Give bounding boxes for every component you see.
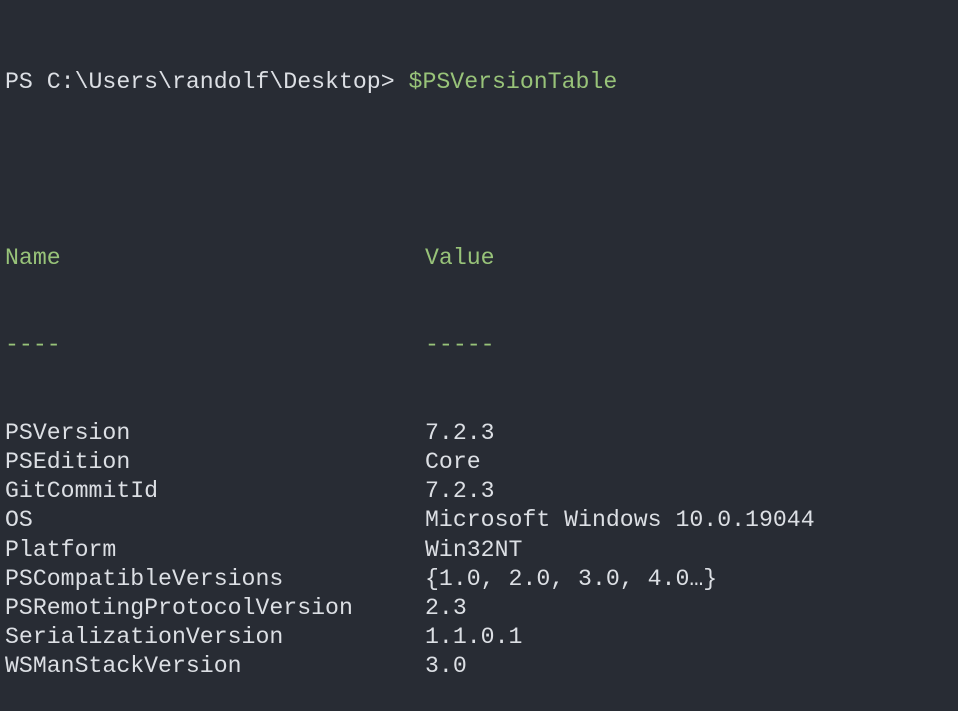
table-row: PSCompatibleVersions {1.0, 2.0, 3.0, 4.0……: [5, 565, 717, 594]
row-value: Win32NT: [425, 536, 523, 563]
table-header-rule: ---- -----: [5, 331, 617, 360]
table-header: Name Value: [5, 244, 617, 273]
header-value-rule: -----: [425, 332, 495, 359]
row-value: Core: [425, 448, 481, 475]
header-name: Name: [5, 244, 61, 271]
row-name: PSCompatibleVersions: [5, 565, 284, 592]
row-name: Platform: [5, 536, 117, 563]
table-rows: PSVersion 7.2.3 PSEdition Core GitCommitId 7.…: [5, 419, 815, 682]
row-value: Microsoft Windows 10.0.19044: [425, 507, 815, 534]
table-row: PSRemotingProtocolVersion 2.3: [5, 594, 617, 623]
terminal-output[interactable]: PS C:\Users\randolf\Desktop> $PSVersionT…: [5, 10, 815, 711]
row-value: {1.0, 2.0, 3.0, 4.0…}: [425, 565, 718, 592]
row-name: PSVersion: [5, 419, 131, 446]
row-value: 7.2.3: [425, 478, 495, 505]
row-value: 3.0: [425, 653, 467, 680]
table-row: SerializationVersion 1.1.0.1: [5, 623, 617, 652]
row-name: PSEdition: [5, 448, 131, 475]
header-name-rule: ----: [5, 332, 61, 359]
header-value: Value: [425, 244, 495, 271]
row-value: 1.1.0.1: [425, 624, 523, 651]
table-row: GitCommitId 7.2.3: [5, 477, 617, 506]
row-name: WSManStackVersion: [5, 653, 242, 680]
prompt-line: PS C:\Users\randolf\Desktop> $PSVersionT…: [5, 68, 617, 97]
row-name: SerializationVersion: [5, 624, 284, 651]
table-row: PSEdition Core: [5, 448, 617, 477]
row-value: 7.2.3: [425, 419, 495, 446]
table-row: OS Microsoft Windows 10.0.19044: [5, 506, 815, 535]
table-row: PSVersion 7.2.3: [5, 419, 617, 448]
prompt: PS C:\Users\randolf\Desktop>: [5, 69, 409, 96]
row-value: 2.3: [425, 594, 467, 621]
command: $PSVersionTable: [408, 69, 618, 96]
table-row: WSManStackVersion 3.0: [5, 652, 617, 681]
row-name: PSRemotingProtocolVersion: [5, 594, 353, 621]
row-name: OS: [5, 507, 33, 534]
row-name: GitCommitId: [5, 478, 159, 505]
table-row: Platform Win32NT: [5, 536, 617, 565]
